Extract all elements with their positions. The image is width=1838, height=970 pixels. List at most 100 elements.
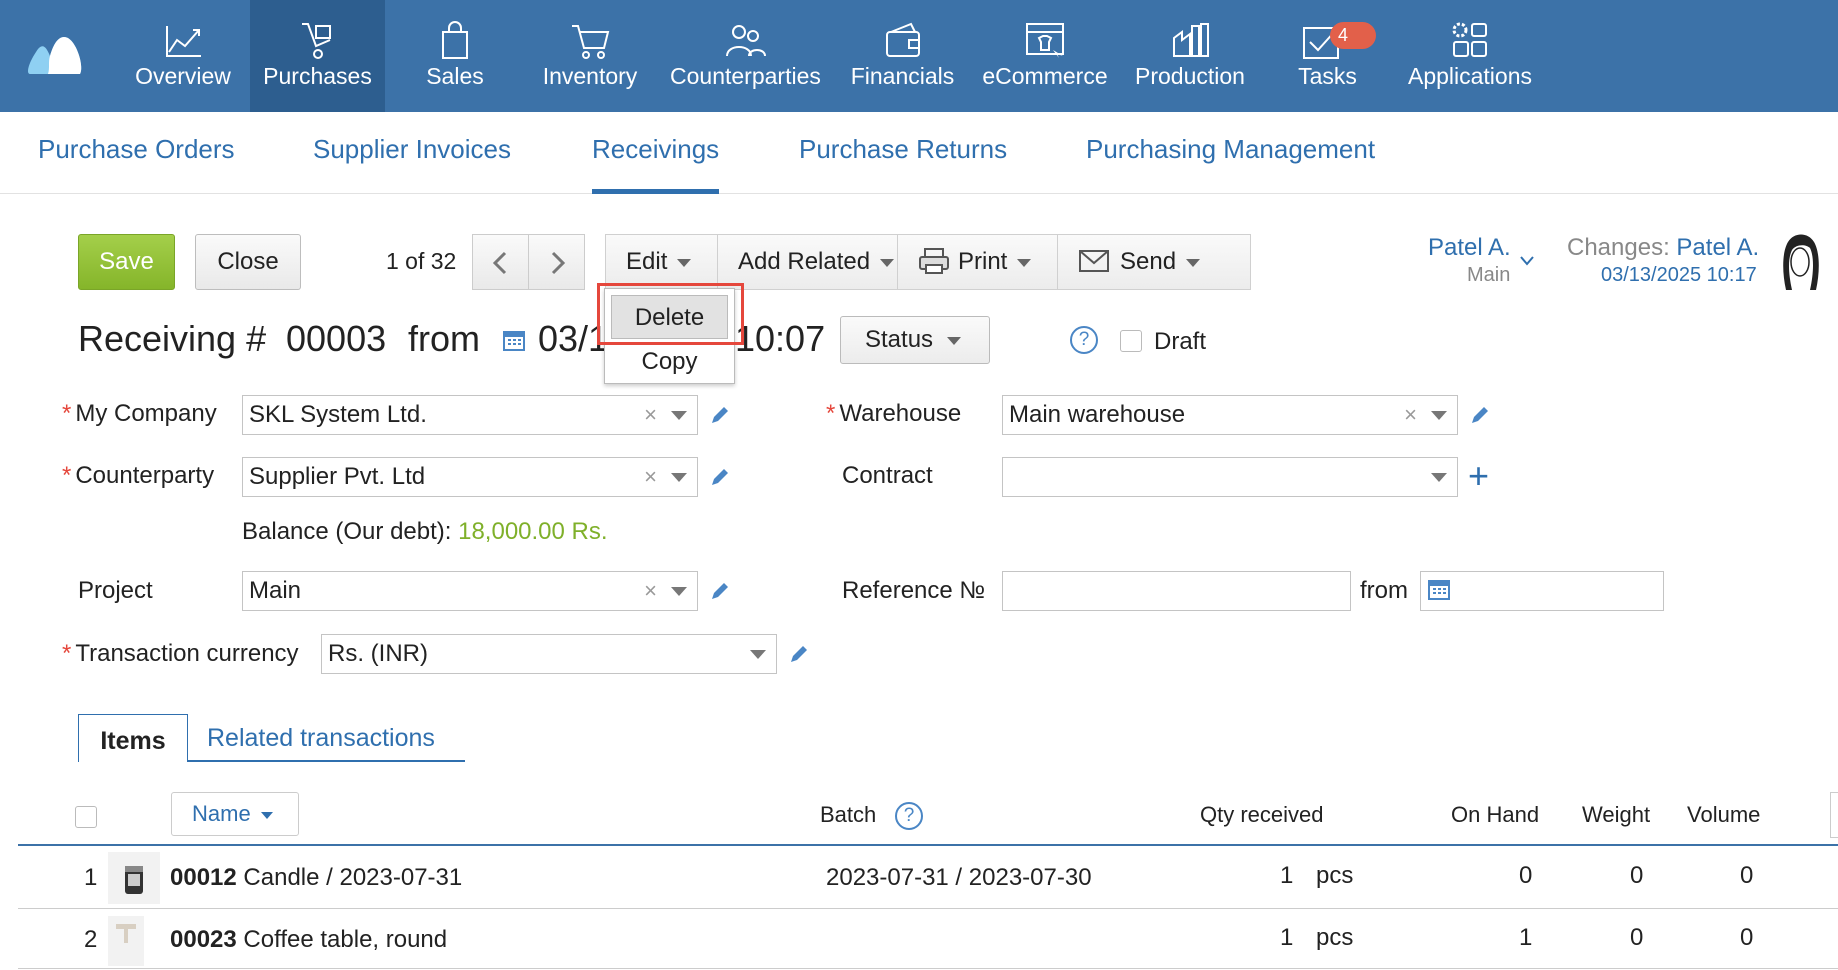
item-volume: 0 — [1740, 924, 1754, 951]
factory-icon — [1173, 23, 1209, 57]
balance-info: Balance (Our debt): 18,000.00 Rs. — [242, 518, 608, 546]
action-toolbar: Edit Add Related Print Send — [605, 234, 1251, 290]
item-name[interactable]: 00023 Coffee table, round — [170, 926, 447, 954]
next-button[interactable] — [528, 234, 585, 290]
chevron-down-icon[interactable] — [671, 587, 687, 596]
avatar[interactable] — [1778, 232, 1822, 292]
print-label: Print — [958, 248, 1008, 275]
nav-tasks[interactable]: 4 Tasks — [1280, 0, 1376, 112]
page-title: Receiving # — [78, 318, 267, 359]
select-all-checkbox[interactable] — [75, 806, 97, 828]
clear-icon[interactable]: × — [644, 572, 657, 610]
item-weight: 0 — [1630, 862, 1644, 889]
receiving-time[interactable]: 10:07 — [735, 318, 825, 360]
cart-icon — [572, 25, 610, 59]
edit-pencil-icon[interactable] — [788, 643, 810, 665]
edit-pencil-icon[interactable] — [1469, 404, 1491, 426]
item-name[interactable]: 00012 Candle / 2023-07-31 — [170, 864, 462, 892]
send-button[interactable]: Send — [1058, 235, 1250, 289]
item-qty[interactable]: 1 — [1280, 862, 1293, 890]
item-unit: pcs — [1316, 862, 1354, 889]
nav-production[interactable]: Production — [1130, 0, 1250, 112]
current-user-name[interactable]: Patel A. — [1428, 234, 1511, 262]
counterparty-select[interactable]: Supplier Pvt. Ltd × — [242, 457, 698, 497]
chevron-right-icon — [551, 251, 566, 275]
edit-pencil-icon[interactable] — [709, 466, 731, 488]
chevron-down-icon — [260, 811, 273, 819]
chevron-down-icon[interactable] — [1431, 411, 1447, 420]
currency-value: Rs. (INR) — [328, 640, 428, 667]
status-label: Status — [865, 326, 934, 353]
warehouse-select[interactable]: Main warehouse × — [1002, 395, 1458, 435]
nav-inventory[interactable]: Inventory — [530, 0, 650, 112]
reference-date-input[interactable] — [1420, 571, 1664, 611]
clear-icon[interactable]: × — [644, 458, 657, 496]
batch-column-header: Batch — [820, 802, 877, 827]
tab-purchasing-management[interactable]: Purchasing Management — [1086, 134, 1375, 165]
row-divider — [18, 908, 1838, 909]
copy-menu-item[interactable]: Copy — [605, 343, 734, 381]
batch-help-icon[interactable]: ? — [895, 802, 923, 830]
item-qty[interactable]: 1 — [1280, 924, 1293, 952]
tab-purchase-orders[interactable]: Purchase Orders — [38, 134, 235, 165]
calendar-icon[interactable] — [1427, 577, 1451, 601]
receiving-number: 00003 — [286, 318, 387, 359]
nav-overview-label: Overview — [135, 63, 231, 89]
help-icon[interactable]: ? — [1070, 326, 1098, 354]
column-settings-button[interactable] — [1830, 792, 1838, 838]
tab-supplier-invoices[interactable]: Supplier Invoices — [313, 134, 511, 165]
previous-button[interactable] — [472, 234, 529, 290]
clear-icon[interactable]: × — [1404, 396, 1417, 434]
nav-financials[interactable]: Financials — [840, 0, 965, 112]
add-related-button[interactable]: Add Related — [718, 235, 898, 289]
tab-related-transactions[interactable]: Related transactions — [207, 724, 435, 753]
nav-ecommerce[interactable]: eCommerce — [980, 0, 1110, 112]
changes-user[interactable]: Patel A. — [1676, 234, 1759, 261]
edit-pencil-icon[interactable] — [709, 404, 731, 426]
draft-checkbox[interactable] — [1120, 330, 1142, 352]
app-logo-icon[interactable] — [26, 30, 86, 78]
candle-image-icon — [125, 866, 143, 894]
contract-select[interactable] — [1002, 457, 1458, 497]
changes-label: Changes: — [1567, 234, 1670, 261]
tab-purchase-returns[interactable]: Purchase Returns — [799, 134, 1007, 165]
chevron-down-icon[interactable] — [1431, 473, 1447, 482]
chevron-down-icon[interactable] — [671, 473, 687, 482]
changes-info: Changes: Patel A. — [1567, 234, 1759, 262]
balance-label: Balance (Our debt): — [242, 518, 452, 545]
clear-icon[interactable]: × — [644, 396, 657, 434]
send-label: Send — [1120, 248, 1177, 275]
nav-overview[interactable]: Overview — [118, 0, 248, 112]
edit-menu-button[interactable]: Edit — [606, 235, 718, 289]
chevron-down-icon[interactable] — [1520, 256, 1534, 266]
counterparty-value: Supplier Pvt. Ltd — [249, 463, 426, 490]
print-button[interactable]: Print — [898, 235, 1058, 289]
my-company-select[interactable]: SKL System Ltd. × — [242, 395, 698, 435]
product-thumbnail[interactable] — [108, 916, 144, 966]
chevron-down-icon[interactable] — [750, 650, 766, 659]
tab-items[interactable]: Items — [78, 714, 188, 762]
tab-receivings[interactable]: Receivings — [592, 134, 720, 194]
reference-input[interactable] — [1002, 571, 1351, 611]
calendar-icon[interactable] — [502, 328, 526, 352]
name-sort-button[interactable]: Name — [171, 792, 299, 836]
item-unit: pcs — [1316, 924, 1354, 951]
pager-text: 1 of 32 — [386, 248, 457, 274]
chevron-down-icon[interactable] — [671, 411, 687, 420]
currency-select[interactable]: Rs. (INR) — [321, 634, 777, 674]
project-select[interactable]: Main × — [242, 571, 698, 611]
status-dropdown[interactable]: Status — [840, 316, 990, 364]
close-button[interactable]: Close — [195, 234, 301, 290]
nav-applications[interactable]: Applications — [1405, 0, 1535, 112]
item-on-hand: 0 — [1519, 862, 1533, 889]
nav-counterparties[interactable]: Counterparties — [670, 0, 821, 112]
item-batch[interactable]: 2023-07-31 / 2023-07-30 — [826, 864, 1092, 892]
nav-purchases[interactable]: Purchases — [250, 0, 385, 112]
add-contract-icon[interactable]: + — [1468, 458, 1489, 494]
my-company-label: * My Company — [62, 400, 217, 427]
edit-pencil-icon[interactable] — [709, 580, 731, 602]
chevron-down-icon — [880, 258, 895, 267]
nav-sales[interactable]: Sales — [400, 0, 510, 112]
save-button[interactable]: Save — [78, 234, 175, 290]
product-thumbnail[interactable] — [108, 852, 160, 904]
